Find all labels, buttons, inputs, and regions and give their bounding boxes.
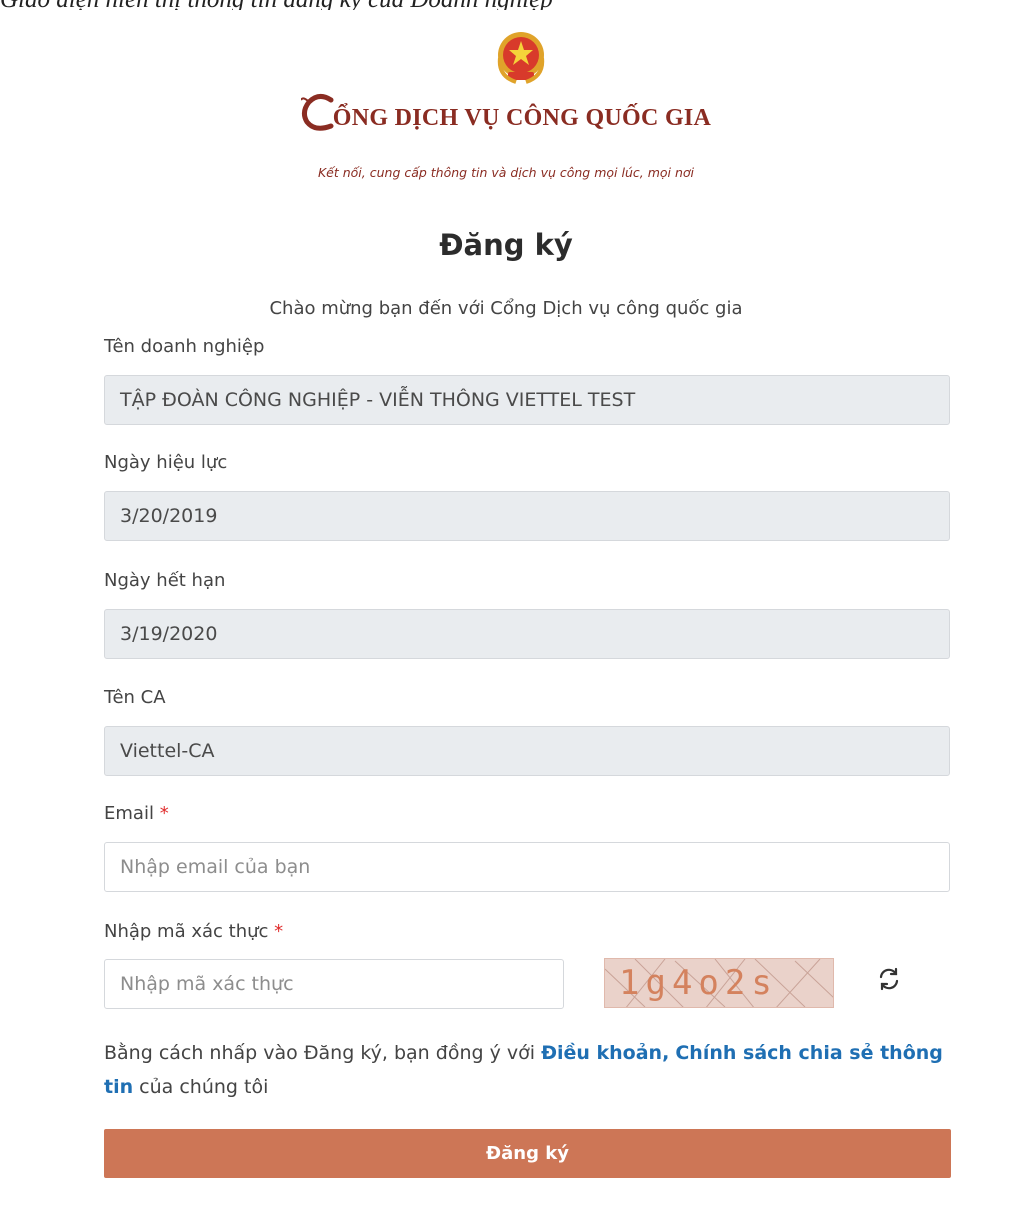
start-date-label: Ngày hiệu lực [104, 452, 228, 473]
terms-prefix: Bằng cách nhấp vào Đăng ký, bạn đồng ý v… [104, 1042, 542, 1064]
ca-name-field: Viettel-CA [104, 726, 950, 776]
captcha-code: 1g4o2s [619, 963, 778, 1003]
brand-title-text: ỔNG DỊCH VỤ CÔNG QUỐC GIA [332, 105, 712, 131]
start-date-field: 3/20/2019 [104, 491, 950, 541]
captcha-required-mark: * [274, 921, 284, 942]
captcha-label-text: Nhập mã xác thực [104, 921, 269, 942]
company-value: TẬP ĐOÀN CÔNG NGHIỆP - VIỄN THÔNG VIETTE… [120, 389, 636, 411]
brand-dragon-c-icon [300, 94, 334, 131]
company-field: TẬP ĐOÀN CÔNG NGHIỆP - VIỄN THÔNG VIETTE… [104, 375, 950, 425]
captcha-image: 1g4o2s [604, 958, 834, 1008]
brand-title: ỔNG DỊCH VỤ CÔNG QUỐC GIA [300, 92, 712, 132]
end-date-field: 3/19/2020 [104, 609, 950, 659]
brand-title-row: ỔNG DỊCH VỤ CÔNG QUỐC GIA [0, 92, 1012, 136]
welcome-text: Chào mừng bạn đến với Cổng Dịch vụ công … [269, 298, 743, 319]
company-label: Tên doanh nghiệp [104, 336, 265, 357]
national-emblem-icon [497, 32, 545, 84]
email-input[interactable] [104, 842, 950, 892]
refresh-icon[interactable] [876, 966, 902, 992]
start-date-value: 3/20/2019 [120, 505, 218, 527]
email-required-mark: * [159, 803, 169, 824]
terms-suffix: của chúng tôi [133, 1076, 269, 1098]
captcha-label: Nhập mã xác thực * [104, 921, 283, 942]
terms-link[interactable]: Điều khoản, [541, 1042, 669, 1064]
brand-slogan: Kết nối, cung cấp thông tin và dịch vụ c… [317, 165, 695, 180]
ca-name-value: Viettel-CA [120, 740, 215, 762]
email-label: Email * [104, 803, 169, 824]
terms-text: Bằng cách nhấp vào Đăng ký, bạn đồng ý v… [104, 1036, 954, 1104]
end-date-value: 3/19/2020 [120, 623, 218, 645]
end-date-label: Ngày hết hạn [104, 570, 226, 591]
email-label-text: Email [104, 803, 154, 824]
page-title: Đăng ký [439, 228, 573, 262]
ca-name-label: Tên CA [104, 687, 166, 708]
register-button[interactable]: Đăng ký [104, 1129, 951, 1178]
captcha-input[interactable] [104, 959, 564, 1009]
